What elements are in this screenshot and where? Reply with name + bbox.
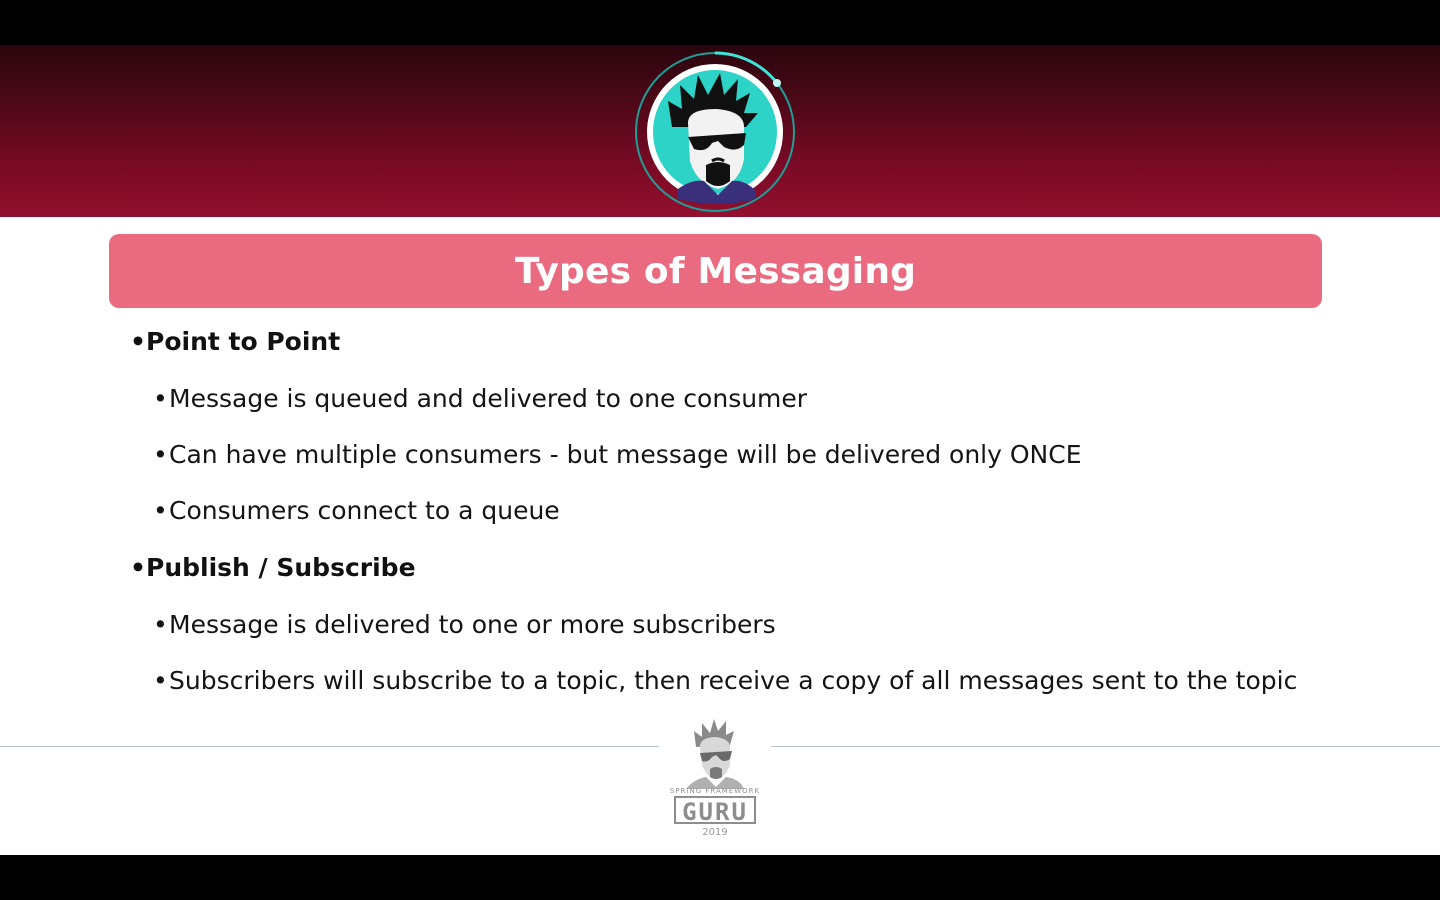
section-heading-text: Point to Point (146, 327, 341, 356)
letterbox-bottom (0, 855, 1440, 900)
list-item-text: Consumers connect to a queue (169, 496, 560, 525)
list-item: •Subscribers will subscribe to a topic, … (153, 666, 1297, 695)
section-heading-point-to-point: •Point to Point (130, 327, 340, 356)
section-heading-publish-subscribe: •Publish / Subscribe (130, 553, 416, 582)
footer-divider-right (771, 746, 1440, 747)
bullet-icon: • (153, 496, 168, 525)
bullet-icon: • (130, 553, 146, 582)
slide: Types of Messaging •Point to Point •Mess… (0, 45, 1440, 855)
bullet-icon: • (153, 440, 168, 469)
list-item: •Consumers connect to a queue (153, 496, 560, 525)
list-item: •Message is queued and delivered to one … (153, 384, 807, 413)
bullet-icon: • (153, 610, 168, 639)
footer-brand: GURU (674, 796, 756, 826)
bullet-icon: • (153, 666, 168, 695)
footer-tagline: SPRING FRAMEWORK (669, 787, 761, 795)
title-bar: Types of Messaging (109, 234, 1322, 308)
list-item-text: Subscribers will subscribe to a topic, t… (169, 666, 1298, 695)
list-item-text: Can have multiple consumers - but messag… (169, 440, 1082, 469)
letterbox-top (0, 0, 1440, 45)
bullet-icon: • (153, 384, 168, 413)
slide-title: Types of Messaging (514, 250, 917, 292)
guru-avatar-icon (632, 49, 798, 215)
spring-framework-guru-logo: SPRING FRAMEWORK GURU 2019 (660, 717, 770, 845)
list-item: •Can have multiple consumers - but messa… (153, 440, 1082, 469)
list-item-text: Message is delivered to one or more subs… (169, 610, 776, 639)
guru-face-icon (686, 719, 744, 789)
section-heading-text: Publish / Subscribe (146, 553, 416, 582)
footer-divider-left (0, 746, 659, 747)
list-item-text: Message is queued and delivered to one c… (169, 384, 808, 413)
footer-year: 2019 (702, 827, 728, 838)
bullet-icon: • (130, 327, 146, 356)
list-item: •Message is delivered to one or more sub… (153, 610, 776, 639)
